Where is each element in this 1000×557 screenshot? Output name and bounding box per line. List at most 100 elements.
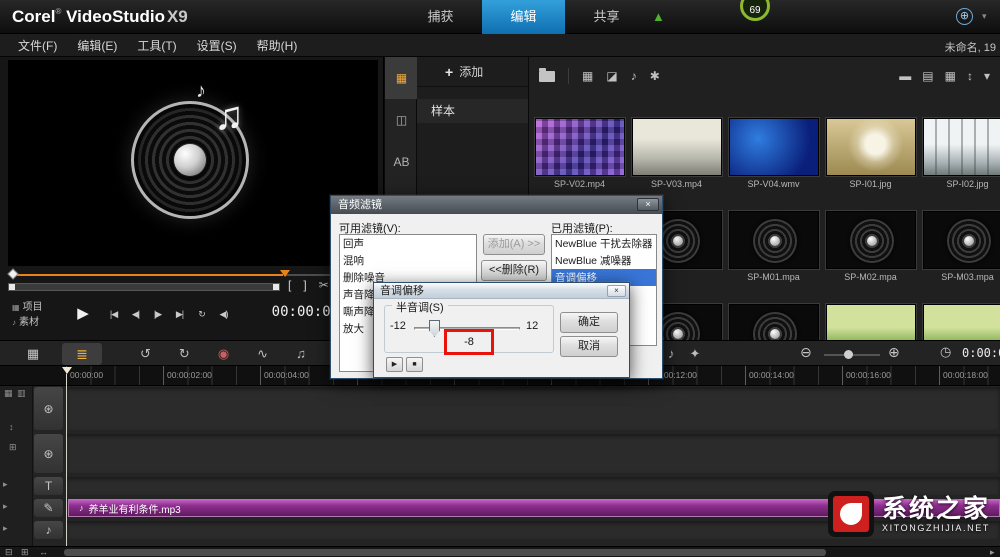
- clip-end-marker[interactable]: [280, 270, 290, 277]
- project-mode[interactable]: ▦项目: [12, 300, 43, 315]
- add-track-icon[interactable]: ⊞: [9, 442, 17, 453]
- library-item[interactable]: [822, 304, 919, 340]
- track-tool-icon[interactable]: ✦: [690, 344, 701, 364]
- add-folder-row[interactable]: + 添加: [417, 57, 528, 87]
- ok-button[interactable]: 确定: [560, 312, 618, 333]
- title-track-icon[interactable]: T: [34, 477, 63, 495]
- show-effects-icon[interactable]: ✱: [650, 69, 660, 83]
- tab-capture[interactable]: 捕获: [399, 0, 482, 34]
- overlay-track-lane[interactable]: [66, 434, 1000, 473]
- scrollbar-thumb[interactable]: [64, 549, 826, 556]
- library-item[interactable]: [919, 304, 1000, 340]
- scroll-range-icon[interactable]: ↔: [39, 547, 48, 557]
- filter-option[interactable]: 回声: [340, 235, 476, 252]
- preview-stop-button[interactable]: ■: [406, 357, 423, 372]
- trim-start-handle[interactable]: [9, 284, 15, 290]
- applied-filter[interactable]: NewBlue 减噪器: [552, 252, 656, 269]
- audio-tool-icon[interactable]: ♪: [668, 344, 675, 364]
- upload-arrow-icon[interactable]: ▲: [652, 9, 665, 24]
- track-layout-icon[interactable]: ▥: [17, 388, 26, 399]
- auto-music-icon[interactable]: ♫: [296, 344, 306, 364]
- home-button[interactable]: |◀: [104, 300, 123, 328]
- record-capture-icon[interactable]: ◉: [218, 344, 229, 364]
- library-item[interactable]: SP-V04.wmv: [725, 118, 822, 189]
- remove-filter-button[interactable]: <<删除(R): [481, 260, 547, 281]
- track-toggle-icon[interactable]: ▸: [3, 479, 8, 490]
- repeat-button[interactable]: ↻: [192, 300, 211, 328]
- track-toggle-icon[interactable]: ▸: [3, 501, 8, 512]
- media-library-icon[interactable]: ▦: [385, 57, 418, 99]
- timeline-scrollbar[interactable]: ⊟ ⊞ ↔ ▸: [0, 546, 1000, 557]
- library-item[interactable]: SP-M02.mpa: [822, 211, 919, 282]
- redo-icon[interactable]: ↻: [179, 344, 190, 364]
- volume-button[interactable]: ◀): [214, 300, 233, 328]
- close-icon[interactable]: ×: [607, 285, 626, 297]
- track-toggle-icon[interactable]: ▸: [3, 523, 8, 534]
- library-item[interactable]: [725, 304, 822, 340]
- zoom-slider-thumb[interactable]: [844, 350, 853, 359]
- zoom-in-icon[interactable]: ⊕: [888, 344, 900, 361]
- menu-tools[interactable]: 工具(T): [127, 37, 186, 54]
- playhead[interactable]: [62, 367, 72, 374]
- show-photos-icon[interactable]: ◪: [606, 69, 617, 83]
- tab-edit[interactable]: 编辑: [482, 0, 565, 34]
- zoom-fit-icon[interactable]: ⊞: [21, 547, 29, 557]
- trim-end-handle[interactable]: [273, 284, 279, 290]
- duration-clock-icon[interactable]: ◷: [940, 344, 951, 360]
- instant-project-icon[interactable]: ◫: [385, 99, 418, 141]
- zoom-out-icon[interactable]: ⊖: [800, 344, 812, 361]
- close-icon[interactable]: ×: [637, 198, 659, 211]
- playhead-marker[interactable]: [62, 367, 72, 374]
- more-options-icon[interactable]: ▾: [984, 69, 990, 83]
- play-button[interactable]: ▶: [70, 300, 96, 328]
- library-item[interactable]: SP-V03.mp4: [628, 118, 725, 189]
- thumbnail-view-icon[interactable]: ▦: [945, 69, 956, 83]
- tab-share[interactable]: 共享: [565, 0, 648, 34]
- sound-mixer-icon[interactable]: ∿: [257, 344, 268, 364]
- video-track-icon[interactable]: ⊛: [34, 387, 63, 430]
- split-clip-button[interactable]: ✂: [319, 278, 329, 292]
- track-manager-icon[interactable]: ▦: [4, 388, 13, 399]
- seek-handle[interactable]: [7, 268, 18, 279]
- trim-bar[interactable]: [8, 283, 280, 291]
- mark-out-button[interactable]: ]: [303, 278, 306, 292]
- end-button[interactable]: ▶|: [170, 300, 189, 328]
- storyboard-view-button[interactable]: ▦: [14, 344, 52, 364]
- cancel-button[interactable]: 取消: [560, 336, 618, 357]
- fit-project-icon[interactable]: ⊟: [5, 547, 13, 557]
- add-filter-button[interactable]: 添加(A) >>: [483, 234, 545, 255]
- list-view-icon[interactable]: ▬: [899, 69, 911, 83]
- filter-option[interactable]: 混响: [340, 252, 476, 269]
- timeline-view-button[interactable]: ≣: [62, 343, 102, 365]
- music-track-icon[interactable]: ♪: [34, 521, 63, 539]
- library-item[interactable]: SP-I01.jpg: [822, 118, 919, 189]
- voice-track-icon[interactable]: ✎: [34, 499, 63, 517]
- mark-in-button[interactable]: [: [288, 278, 291, 292]
- preview-play-button[interactable]: ▶: [386, 357, 403, 372]
- show-audio-icon[interactable]: ♪: [631, 69, 637, 83]
- preview-video-area[interactable]: ♫ ♪: [8, 60, 378, 266]
- sort-icon[interactable]: ↕: [967, 69, 973, 83]
- transitions-icon[interactable]: AB: [385, 141, 418, 183]
- overlay-track-icon[interactable]: ⊛: [34, 434, 63, 473]
- scroll-right-arrow-icon[interactable]: ▸: [990, 547, 995, 557]
- scroll-lock-icon[interactable]: ↕: [9, 422, 14, 432]
- library-item[interactable]: SP-I02.jpg: [919, 118, 1000, 189]
- undo-icon[interactable]: ↺: [140, 344, 151, 364]
- menu-help[interactable]: 帮助(H): [247, 37, 308, 54]
- globe-icon[interactable]: ⊕: [956, 8, 973, 25]
- menu-settings[interactable]: 设置(S): [187, 37, 247, 54]
- clip-mode[interactable]: ♪素材: [12, 315, 43, 330]
- library-item[interactable]: SP-V02.mp4: [531, 118, 628, 189]
- menu-edit[interactable]: 编辑(E): [67, 37, 127, 54]
- library-item[interactable]: SP-M03.mpa: [919, 211, 1000, 282]
- dialog-title-bar[interactable]: 音调偏移 ×: [374, 283, 629, 299]
- menu-file[interactable]: 文件(F): [8, 37, 67, 54]
- chevron-down-icon[interactable]: ▾: [982, 11, 987, 22]
- dialog-title-bar[interactable]: 音频滤镜 ×: [331, 196, 662, 214]
- next-frame-button[interactable]: |▶: [148, 300, 167, 328]
- library-item[interactable]: SP-M01.mpa: [725, 211, 822, 282]
- show-videos-icon[interactable]: ▦: [582, 69, 593, 83]
- previous-frame-button[interactable]: ◀|: [126, 300, 145, 328]
- applied-filter[interactable]: NewBlue 干扰去除器: [552, 235, 656, 252]
